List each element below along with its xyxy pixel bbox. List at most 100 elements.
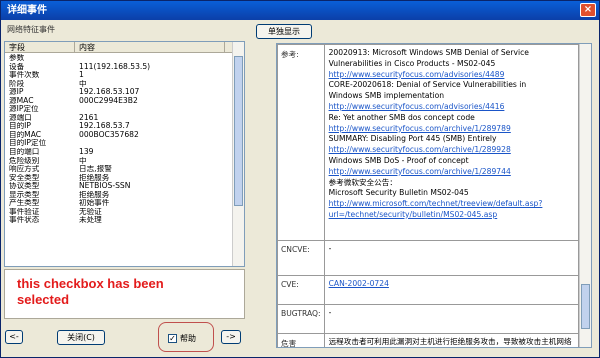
close-window-button[interactable]: × [580,3,596,17]
reference-link[interactable]: http://www.securityfocus.com/advisories/… [329,102,574,113]
event-detail-window: 详细事件 × 网络特征事件 单独显示 字段 内容 参数 设备 111(192.168… [0,0,600,358]
field-name: 目的IP [9,122,32,131]
field-row[interactable]: 源MAC 000C2994E3B2 [5,97,233,106]
field-row[interactable]: 安全类型 拒绝服务 [5,174,233,183]
field-row[interactable]: 显示类型 拒绝服务 [5,191,233,200]
field-name: 参数 [9,54,25,62]
reference-link[interactable]: url=/technet/security/bulletin/MS02-045.… [329,210,574,221]
single-display-button[interactable]: 单独显示 [256,24,312,39]
cncve-label: CNCVE: [277,240,325,276]
field-value: 未处理 [79,216,102,225]
field-value: 中 [79,79,87,88]
harm-label: 危害 [277,333,325,347]
reference-link[interactable]: http://www.securityfocus.com/archive/1/2… [329,167,574,178]
field-row[interactable]: 设备 111(192.168.53.5) [5,63,233,72]
reference-link[interactable]: http://www.microsoft.com/technet/treevie… [329,199,574,210]
cncve-value: - [323,240,580,276]
field-value: 139 [79,148,94,157]
reference-text: SUMMARY: Disabling Port 445 (SMB) Entire… [328,134,497,144]
field-value: 1 [79,71,84,80]
scroll-thumb[interactable] [234,56,243,206]
harm-value: 远程攻击者可利用此漏洞对主机进行拒绝服务攻击，导致被攻击主机网络连接不正常或崩溃… [323,333,580,347]
annotation-text: this checkbox has been selected [17,276,227,308]
field-row[interactable]: 响应方式 日志,报警 [5,165,233,174]
cve-link[interactable]: CAN-2002-0724 [329,279,389,288]
field-name: 产生类型 [9,199,40,208]
reference-link[interactable]: http://www.securityfocus.com/advisories/… [329,70,574,81]
reference-link[interactable]: http://www.securityfocus.com/archive/1/2… [329,145,574,156]
field-row[interactable]: 目的IP 192.168.53.7 [5,122,233,131]
reference-text: CORE-20020618: Denial of Service Vulnera… [328,80,527,90]
field-name: 目的IP定位 [9,139,47,148]
field-name: 事件状态 [9,216,40,225]
field-value: 初始事件 [79,199,110,208]
reference-text: 参考微软安全公告： [328,177,397,187]
annotation-line-1: this checkbox has been [17,276,164,291]
reference-text: Vulnerabilities in Cisco Products - MS02… [328,58,496,68]
field-row[interactable]: 协议类型 NETBIOS-SSN [5,182,233,191]
detail-scrollbar[interactable] [579,44,591,347]
field-value [75,54,233,63]
field-value [75,139,233,148]
field-name: 设备 [9,62,25,71]
field-value: 拒绝服务 [79,190,110,199]
field-row[interactable]: 源IP定位 [5,105,233,114]
reference-link[interactable]: http://www.securityfocus.com/archive/1/2… [329,124,574,135]
previous-button[interactable]: <- [5,330,23,344]
help-checkbox[interactable]: ✓ [168,333,177,343]
cve-value[interactable]: CAN-2002-0724 [323,275,580,305]
field-name: 事件验证 [9,207,40,216]
column-header-content[interactable]: 内容 [75,42,225,52]
field-row[interactable]: 产生类型 初始事件 [5,199,233,208]
reference-text: 20020913: Microsoft Windows SMB Denial o… [328,48,529,57]
field-row[interactable]: 目的IP定位 [5,139,233,148]
field-table-scrollbar[interactable] [232,42,244,266]
next-button[interactable]: -> [221,330,241,344]
field-row[interactable]: 源IP 192.168.53.107 [5,88,233,97]
field-table-header: 字段 内容 [5,42,244,53]
field-rows: 参数 设备 111(192.168.53.5) 事件次数 1 阶段 中源IP 192.168.… [5,54,233,225]
field-row[interactable]: 阶段 中 [5,80,233,89]
field-row[interactable]: 目的端口 139 [5,148,233,157]
field-value: 000BOC357682 [79,130,139,139]
field-row[interactable]: 事件状态 未处理 [5,216,233,225]
field-row[interactable]: 源端口 2161 [5,114,233,123]
field-value: 111(192.168.53.5) [79,62,151,71]
cncve-row: CNCVE: - [277,240,580,276]
detail-scroll-thumb[interactable] [581,284,590,329]
field-name: 阶段 [9,79,25,88]
column-header-field[interactable]: 字段 [5,42,75,52]
field-name: 危险级别 [9,156,40,165]
field-row[interactable]: 事件验证 无验证 [5,208,233,217]
field-row[interactable]: 目的MAC 000BOC357682 [5,131,233,140]
window-title: 详细事件 [7,5,47,16]
field-name: 安全类型 [9,173,40,182]
field-value: 日志,报警 [79,165,112,174]
reference-row: 参考: 20020913: Microsoft Windows SMB Deni… [277,44,580,241]
field-name: 目的端口 [9,148,40,157]
reference-text: Windows SMB DoS - Proof of concept [328,155,469,165]
field-name: 事件次数 [9,71,40,80]
detail-panel: 参考: 20020913: Microsoft Windows SMB Deni… [276,43,592,348]
close-button[interactable]: 关闭(C) [57,330,105,345]
field-name: 源MAC [9,96,34,105]
field-table: 字段 内容 参数 设备 111(192.168.53.5) 事件次数 1 阶段 中源IP 19… [4,41,245,267]
bugtraq-row: BUGTRAQ: - [277,304,580,334]
field-value: 192.168.53.7 [79,122,130,131]
reference-text: Re: Yet another SMB dos concept code [328,112,475,122]
field-row[interactable]: 危险级别 中 [5,157,233,166]
help-checkbox-group[interactable]: ✓ 帮助 [168,332,196,344]
field-row[interactable]: 事件次数 1 [5,71,233,80]
detail-table: 参考: 20020913: Microsoft Windows SMB Deni… [277,44,580,347]
field-name: 响应方式 [9,165,40,174]
event-category-title: 网络特征事件 [7,25,55,34]
reference-value: 20020913: Microsoft Windows SMB Denial o… [323,44,580,241]
field-value: 192.168.53.107 [79,88,140,97]
title-bar: 详细事件 × [1,1,599,20]
reference-text: Microsoft Security Bulletin MS02-045 [328,188,469,198]
field-value: 无验证 [79,207,102,216]
field-row[interactable]: 参数 [5,54,233,63]
field-value: 2161 [79,113,99,122]
field-name: 协议类型 [9,182,40,191]
field-name: 源端口 [9,113,32,122]
